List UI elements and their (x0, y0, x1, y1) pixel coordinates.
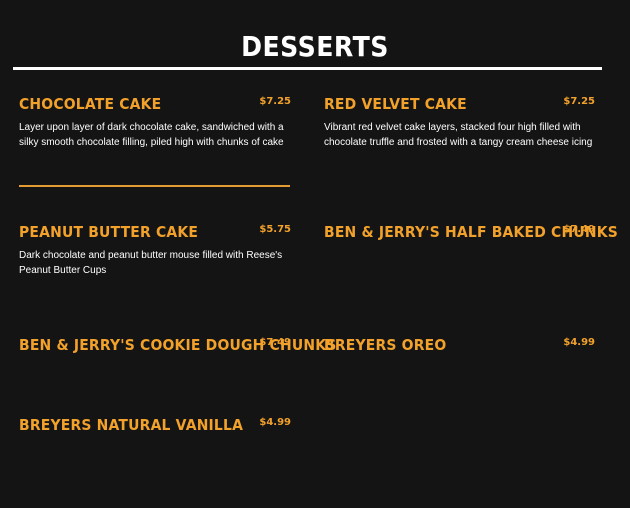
desserts-menu-page: DESSERTS CHOCOLATE CAKE $7.25 Layer upon… (0, 0, 630, 508)
menu-item-name: BREYERS OREO (324, 336, 447, 354)
menu-item-description: Layer upon layer of dark chocolate cake,… (19, 122, 284, 148)
menu-item-peanut-butter-cake: PEANUT BUTTER CAKE $5.75 Dark chocolate … (19, 223, 291, 278)
menu-item-red-velvet-cake: RED VELVET CAKE $7.25 Vibrant red velvet… (324, 95, 595, 150)
menu-item-header: BREYERS NATURAL VANILLA $4.99 (19, 416, 291, 438)
menu-item-price: $7.49 (563, 224, 595, 235)
menu-item-breyers-natural-vanilla: BREYERS NATURAL VANILLA $4.99 (19, 416, 291, 438)
menu-item-price: $4.99 (259, 417, 291, 428)
menu-item-name: BREYERS NATURAL VANILLA (19, 416, 244, 434)
menu-item-half-baked-chunks: BEN & JERRY'S HALF BAKED CHUNKS $7.49 (324, 223, 618, 245)
menu-item-header: PEANUT BUTTER CAKE $5.75 (19, 223, 291, 245)
page-title: DESSERTS (241, 30, 389, 63)
menu-item-header: BREYERS OREO $4.99 (324, 336, 595, 358)
menu-item-price: $7.25 (563, 96, 595, 107)
item-divider (19, 185, 290, 187)
menu-item-breyers-oreo: BREYERS OREO $4.99 (324, 336, 595, 358)
title-divider (13, 67, 602, 70)
menu-item-price: $4.99 (563, 337, 595, 348)
menu-item-description: Dark chocolate and peanut butter mouse f… (19, 250, 283, 276)
menu-item-header: BEN & JERRY'S HALF BAKED CHUNKS $7.49 (324, 223, 618, 245)
menu-item-header: RED VELVET CAKE $7.25 (324, 95, 595, 117)
menu-item-price: $5.75 (259, 224, 291, 235)
menu-item-name: RED VELVET CAKE (324, 95, 467, 113)
menu-item-price: $7.49 (259, 337, 291, 348)
menu-item-header: CHOCOLATE CAKE $7.25 (19, 95, 291, 117)
menu-item-description: Vibrant red velvet cake layers, stacked … (324, 122, 593, 148)
menu-item-price: $7.25 (259, 96, 291, 107)
menu-item-header: BEN & JERRY'S COOKIE DOUGH CHUNKS $7.49 (19, 336, 336, 358)
menu-item-name: PEANUT BUTTER CAKE (19, 223, 199, 241)
menu-item-chocolate-cake: CHOCOLATE CAKE $7.25 Layer upon layer of… (19, 95, 291, 150)
menu-item-cookie-dough-chunks: BEN & JERRY'S COOKIE DOUGH CHUNKS $7.49 (19, 336, 336, 358)
menu-item-name: CHOCOLATE CAKE (19, 95, 162, 113)
